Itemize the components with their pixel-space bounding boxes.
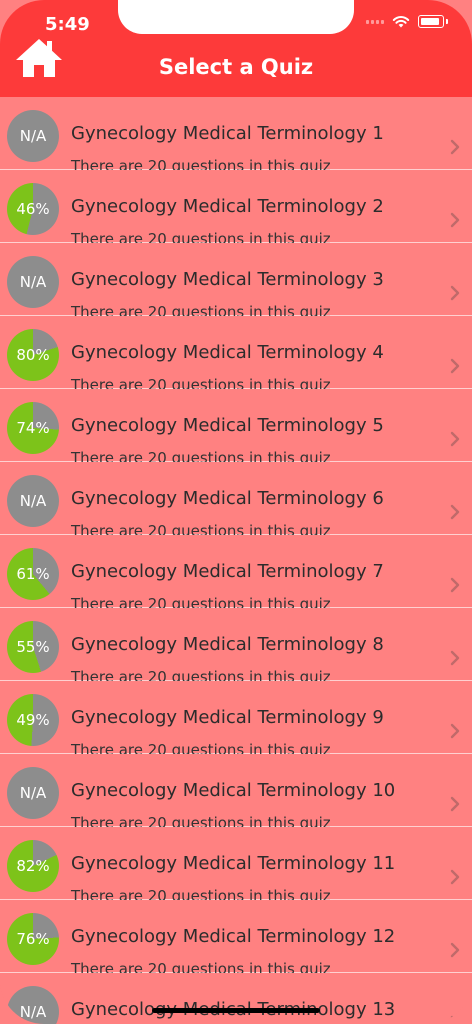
quiz-row[interactable]: N/A Gynecology Medical Terminology 10 Ther…: [0, 754, 472, 832]
chevron-right-icon: [450, 504, 460, 520]
quiz-row[interactable]: 55% Gynecology Medical Terminology 8 There…: [0, 608, 472, 686]
chevron-right-icon: [450, 139, 460, 155]
score-label: N/A: [19, 1003, 47, 1021]
quiz-row[interactable]: 82% Gynecology Medical Terminology 11 Ther…: [0, 827, 472, 905]
score-pie-chart: N/A: [7, 475, 59, 527]
score-pie-chart: N/A: [7, 256, 59, 308]
quiz-row[interactable]: N/A Gynecology Medical Terminology 6 There…: [0, 462, 472, 540]
score-pie-chart: N/A: [7, 767, 59, 819]
chevron-right-icon: [450, 796, 460, 812]
score-pie-chart: 82%: [7, 840, 59, 892]
score-label: 76%: [16, 930, 50, 948]
chevron-right-icon: [450, 869, 460, 885]
quiz-row[interactable]: 76% Gynecology Medical Terminology 12 Ther…: [0, 900, 472, 978]
status-indicators: [366, 15, 448, 28]
chevron-right-icon: [450, 285, 460, 301]
quiz-row[interactable]: N/A Gynecology Medical Terminology 3 There…: [0, 243, 472, 321]
quiz-title: Gynecology Medical Terminology 8: [71, 634, 384, 655]
score-label: 46%: [16, 200, 50, 218]
chevron-right-icon: [450, 942, 460, 958]
score-pie-chart: 74%: [7, 402, 59, 454]
wifi-icon: [392, 16, 410, 28]
battery-tip: [446, 19, 448, 24]
score-label: 82%: [16, 857, 50, 875]
quiz-row[interactable]: 46% Gynecology Medical Terminology 2 There…: [0, 170, 472, 248]
score-pie-chart: 80%: [7, 329, 59, 381]
score-label: N/A: [19, 273, 47, 291]
quiz-title: Gynecology Medical Terminology 9: [71, 707, 384, 728]
score-label: 74%: [16, 419, 50, 437]
quiz-title: Gynecology Medical Terminology 5: [71, 415, 384, 436]
quiz-title: Gynecology Medical Terminology 3: [71, 269, 384, 290]
chevron-right-icon: [450, 650, 460, 666]
page-title: Select a Quiz: [158, 55, 314, 79]
score-label: 49%: [16, 711, 50, 729]
score-pie-chart: 76%: [7, 913, 59, 965]
quiz-list: N/A Gynecology Medical Terminology 1 There…: [0, 97, 472, 1024]
cellular-signal-icon: [366, 19, 384, 24]
chevron-right-icon: [450, 1015, 460, 1024]
quiz-title: Gynecology Medical Terminology 10: [71, 780, 396, 801]
quiz-row[interactable]: 80% Gynecology Medical Terminology 4 There…: [0, 316, 472, 394]
screen: 5:49 Select a Quiz N/A Gynecology Medical…: [0, 0, 472, 1024]
score-pie-chart: 49%: [7, 694, 59, 746]
chevron-right-icon: [450, 212, 460, 228]
chevron-right-icon: [450, 358, 460, 374]
quiz-title: Gynecology Medical Terminology 6: [71, 488, 384, 509]
quiz-title: Gynecology Medical Terminology 4: [71, 342, 384, 363]
quiz-row[interactable]: 74% Gynecology Medical Terminology 5 There…: [0, 389, 472, 467]
score-label: N/A: [19, 492, 47, 510]
score-pie-chart: 55%: [7, 621, 59, 673]
quiz-title: Gynecology Medical Terminology 2: [71, 196, 384, 217]
score-pie-chart: N/A: [7, 110, 59, 162]
score-pie-chart: 46%: [7, 183, 59, 235]
quiz-row[interactable]: 49% Gynecology Medical Terminology 9 There…: [0, 681, 472, 759]
score-label: N/A: [19, 784, 47, 802]
score-label: N/A: [19, 127, 47, 145]
status-time: 5:49: [45, 14, 90, 35]
quiz-row[interactable]: N/A Gynecology Medical Terminology 1 There…: [0, 97, 472, 175]
quiz-title: Gynecology Medical Terminology 7: [71, 561, 384, 582]
battery-icon: [418, 15, 444, 28]
score-label: 80%: [16, 346, 50, 364]
score-pie-chart: N/A: [7, 986, 59, 1024]
navigation-bar: 5:49 Select a Quiz: [0, 0, 472, 98]
quiz-title: Gynecology Medical Terminology 12: [71, 926, 396, 947]
quiz-title: Gynecology Medical Terminology 1: [71, 123, 384, 144]
chevron-right-icon: [450, 577, 460, 593]
score-pie-chart: 61%: [7, 548, 59, 600]
home-indicator[interactable]: [152, 1008, 320, 1013]
score-label: 55%: [16, 638, 50, 656]
device-notch: [118, 0, 354, 34]
chevron-right-icon: [450, 723, 460, 739]
score-label: 61%: [16, 565, 50, 583]
quiz-title: Gynecology Medical Terminology 11: [71, 853, 396, 874]
chevron-right-icon: [450, 431, 460, 447]
quiz-row[interactable]: 61% Gynecology Medical Terminology 7 There…: [0, 535, 472, 613]
quiz-row[interactable]: N/AGynecology Medical Terminology 13: [0, 973, 472, 1024]
